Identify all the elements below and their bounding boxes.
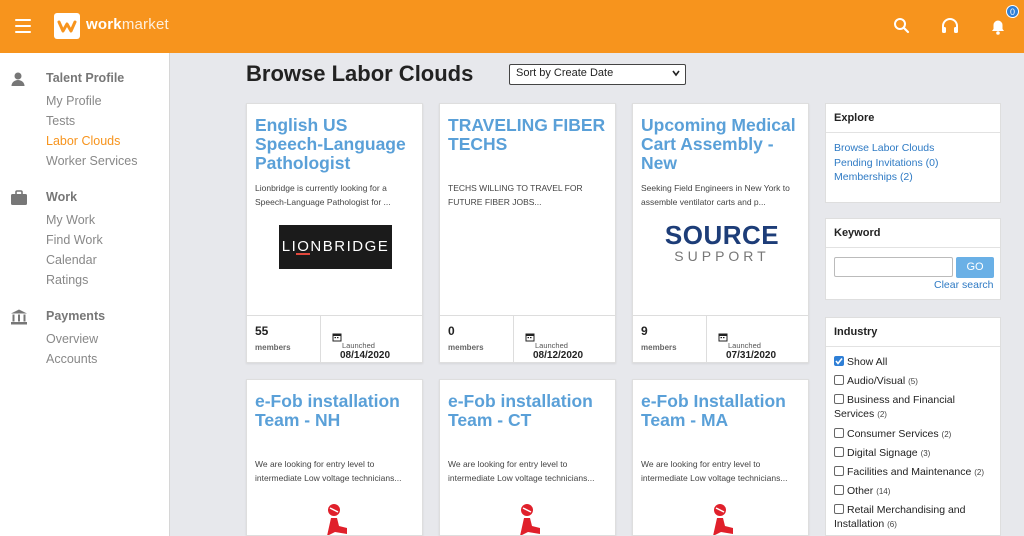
members-label: members bbox=[255, 343, 291, 352]
labor-cloud-card[interactable]: e-Fob installation Team - CT We are look… bbox=[439, 379, 616, 536]
card-title[interactable]: e-Fob installation Team - NH bbox=[255, 392, 420, 430]
checkbox[interactable] bbox=[834, 356, 844, 366]
sidebar-item-accounts[interactable]: Accounts bbox=[46, 352, 97, 366]
checkbox[interactable] bbox=[834, 447, 844, 457]
industry-item-consumer-services[interactable]: Consumer Services (2) bbox=[834, 428, 994, 442]
card-title[interactable]: TRAVELING FIBER TECHS bbox=[448, 116, 613, 154]
industry-title: Industry bbox=[826, 318, 1000, 347]
sort-select[interactable]: Sort by Create Date bbox=[509, 64, 686, 85]
card-footer: 55 members Launched 08/14/2020 bbox=[247, 315, 422, 362]
checkbox[interactable] bbox=[834, 394, 844, 404]
launched-label: Launched bbox=[535, 341, 568, 350]
industry-item-business-financial[interactable]: Business and Financial Services (2) bbox=[834, 394, 994, 421]
launched-label: Launched bbox=[728, 341, 761, 350]
explore-link-memberships[interactable]: Memberships (2) bbox=[834, 170, 992, 185]
sidebar-item-find-work[interactable]: Find Work bbox=[46, 233, 103, 247]
member-count: 55 bbox=[255, 324, 269, 338]
industry-item-retail[interactable]: Retail Merchandising and Installation (6… bbox=[834, 504, 994, 531]
sort-select-value: Sort by Create Date bbox=[516, 67, 614, 79]
launched-date: 08/12/2020 bbox=[533, 350, 584, 361]
bank-icon bbox=[10, 309, 28, 325]
page-title: Browse Labor Clouds bbox=[246, 61, 474, 86]
card-description: Lionbridge is currently looking for a Sp… bbox=[255, 183, 391, 207]
sidebar-item-overview[interactable]: Overview bbox=[46, 332, 98, 346]
company-logo bbox=[703, 502, 739, 535]
card-title[interactable]: Upcoming Medical Cart Assembly - New bbox=[641, 116, 806, 173]
logo-text[interactable]: workmarket bbox=[86, 16, 169, 33]
sidebar-item-tests[interactable]: Tests bbox=[46, 114, 75, 128]
industry-item-facilities[interactable]: Facilities and Maintenance (2) bbox=[834, 466, 994, 480]
industry-item-show-all[interactable]: Show All bbox=[834, 356, 994, 370]
labor-cloud-card[interactable]: TRAVELING FIBER TECHS TECHS WILLING TO T… bbox=[439, 103, 616, 363]
bell-icon[interactable] bbox=[987, 15, 1009, 37]
labor-cloud-card[interactable]: Upcoming Medical Cart Assembly - New See… bbox=[632, 103, 809, 363]
menu-icon[interactable] bbox=[15, 19, 31, 33]
company-logo bbox=[510, 502, 546, 535]
card-footer: 0 members Launched 08/12/2020 bbox=[440, 315, 615, 362]
clear-search-link[interactable]: Clear search bbox=[934, 279, 994, 291]
checkbox[interactable] bbox=[834, 375, 844, 385]
checkbox[interactable] bbox=[834, 485, 844, 495]
sidebar-title-payments: Payments bbox=[46, 309, 106, 323]
search-icon[interactable] bbox=[891, 15, 913, 37]
person-icon bbox=[10, 71, 28, 87]
card-description: We are looking for entry level to interm… bbox=[641, 459, 788, 483]
chevron-down-icon bbox=[671, 68, 681, 81]
launched-date: 08/14/2020 bbox=[340, 350, 391, 361]
explore-link-pending[interactable]: Pending Invitations (0) bbox=[834, 156, 992, 171]
members-label: members bbox=[641, 343, 677, 352]
card-description: Seeking Field Engineers in New York to a… bbox=[641, 183, 790, 207]
card-description: We are looking for entry level to interm… bbox=[255, 459, 402, 483]
checkbox[interactable] bbox=[834, 466, 844, 476]
briefcase-icon bbox=[10, 190, 28, 206]
go-button[interactable]: GO bbox=[956, 257, 994, 278]
sidebar-item-my-work[interactable]: My Work bbox=[46, 213, 95, 227]
sidebar-item-labor-clouds[interactable]: Labor Clouds bbox=[46, 134, 120, 148]
company-logo bbox=[317, 502, 353, 535]
industry-panel: Industry Show All Audio/Visual (5) Busin… bbox=[825, 317, 1001, 536]
explore-title: Explore bbox=[826, 104, 1000, 133]
industry-item-audio-visual[interactable]: Audio/Visual (5) bbox=[834, 375, 994, 389]
sidebar-item-worker-services[interactable]: Worker Services bbox=[46, 154, 137, 168]
checkbox[interactable] bbox=[834, 428, 844, 438]
labor-cloud-card[interactable]: English US Speech-Language Pathologist L… bbox=[246, 103, 423, 363]
launched-label: Launched bbox=[342, 341, 375, 350]
logo-icon[interactable] bbox=[54, 13, 80, 39]
card-footer: 9 members Launched 07/31/2020 bbox=[633, 315, 808, 362]
lionbridge-logo: LIONBRIDGE bbox=[279, 225, 392, 269]
notification-badge: 0 bbox=[1006, 5, 1019, 18]
explore-link-browse[interactable]: Browse Labor Clouds bbox=[834, 141, 992, 156]
labor-cloud-card[interactable]: e-Fob installation Team - NH We are look… bbox=[246, 379, 423, 536]
sidebar-title-work: Work bbox=[46, 190, 78, 204]
checkbox[interactable] bbox=[834, 504, 844, 514]
card-title[interactable]: English US Speech-Language Pathologist bbox=[255, 116, 420, 173]
industry-item-other[interactable]: Other (14) bbox=[834, 485, 994, 499]
member-count: 0 bbox=[448, 324, 455, 338]
industry-item-digital-signage[interactable]: Digital Signage (3) bbox=[834, 447, 994, 461]
keyword-input[interactable] bbox=[834, 257, 953, 277]
card-description: We are looking for entry level to interm… bbox=[448, 459, 595, 483]
sidebar-item-my-profile[interactable]: My Profile bbox=[46, 94, 102, 108]
sidebar-item-calendar[interactable]: Calendar bbox=[46, 253, 97, 267]
explore-panel: Explore Browse Labor Clouds Pending Invi… bbox=[825, 103, 1001, 203]
keyword-panel: Keyword GO Clear search bbox=[825, 218, 1001, 300]
card-description: TECHS WILLING TO TRAVEL FOR FUTURE FIBER… bbox=[448, 183, 583, 207]
source-support-logo: SOURCE SUPPORT bbox=[664, 220, 780, 264]
keyword-title: Keyword bbox=[826, 219, 1000, 248]
card-title[interactable]: e-Fob Installation Team - MA bbox=[641, 392, 806, 430]
calendar-icon bbox=[332, 329, 342, 342]
members-label: members bbox=[448, 343, 484, 352]
headset-icon[interactable] bbox=[939, 15, 961, 37]
calendar-icon bbox=[525, 329, 535, 342]
sidebar-title-talent: Talent Profile bbox=[46, 71, 125, 85]
sidebar-item-ratings[interactable]: Ratings bbox=[46, 273, 88, 287]
calendar-icon bbox=[718, 329, 728, 342]
card-title[interactable]: e-Fob installation Team - CT bbox=[448, 392, 613, 430]
launched-date: 07/31/2020 bbox=[726, 350, 777, 361]
member-count: 9 bbox=[641, 324, 648, 338]
top-bar: workmarket 0 bbox=[0, 0, 1024, 53]
sidebar: Talent Profile My Profile Tests Labor Cl… bbox=[0, 53, 170, 536]
labor-cloud-card[interactable]: e-Fob Installation Team - MA We are look… bbox=[632, 379, 809, 536]
